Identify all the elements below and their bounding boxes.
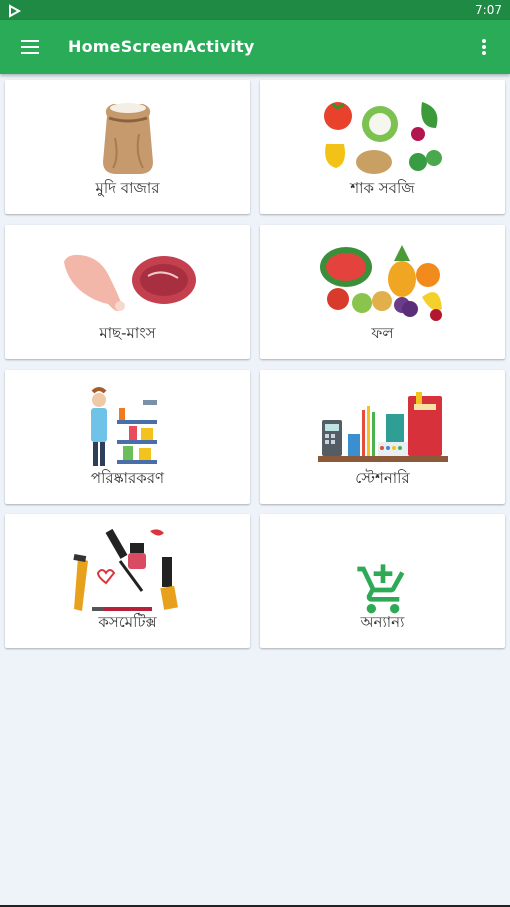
vegetables-icon [260,90,505,186]
stationery-icon [260,380,505,476]
meat-icon [5,235,250,331]
category-label: অন্যান্য [360,613,405,631]
category-label: শাক সবজি [350,179,415,197]
category-card-cleaning[interactable]: পরিষ্কারকরণ [5,370,250,504]
category-label: কসমেটিক্স [98,613,157,631]
hamburger-menu-icon[interactable] [18,35,42,59]
category-label: স্টেশনারি [355,469,410,487]
status-time: 7:07 [475,3,502,17]
category-card-others[interactable]: অন্যান্য [260,514,505,648]
category-card-cosmetics[interactable]: কসমেটিক্স [5,514,250,648]
cosmetics-icon [5,524,250,620]
category-card-meat[interactable]: মাছ-মাংস [5,225,250,359]
category-card-fruits[interactable]: ফল [260,225,505,359]
fruits-icon [260,235,505,331]
grocery-sack-icon [5,90,250,186]
category-card-stationery[interactable]: স্টেশনারি [260,370,505,504]
category-label: পরিষ্কারকরণ [90,469,165,487]
category-card-vegetables[interactable]: শাক সবজি [260,80,505,214]
category-label: ফল [371,324,394,342]
app-bar: HomeScreenActivity [0,20,510,74]
cleaning-icon [5,380,250,476]
status-bar: 7:07 [0,0,510,20]
app-bar-title: HomeScreenActivity [68,37,255,56]
category-label: মুদি বাজার [95,179,160,197]
category-card-grocery[interactable]: মুদি বাজার [5,80,250,214]
overflow-menu-icon[interactable] [476,35,492,59]
category-label: মাছ-মাংস [99,324,156,342]
